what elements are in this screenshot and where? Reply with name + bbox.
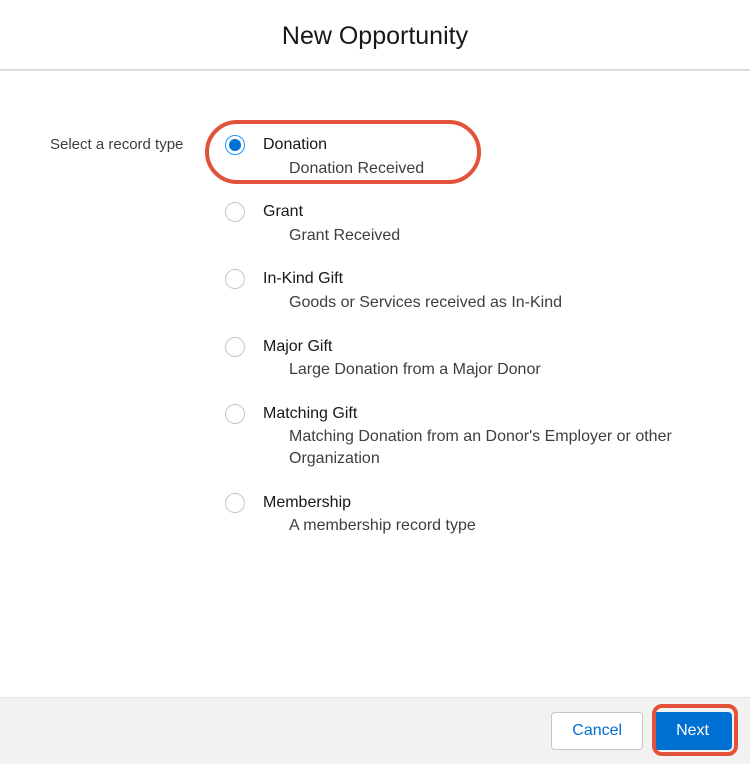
cancel-button[interactable]: Cancel <box>551 712 643 750</box>
radio-grant[interactable] <box>225 202 245 222</box>
modal-title: New Opportunity <box>0 22 750 51</box>
option-description: Large Donation from a Major Donor <box>263 357 690 381</box>
radio-membership[interactable] <box>225 493 245 513</box>
option-title: Major Gift <box>263 338 332 355</box>
option-description: Grant Received <box>263 223 690 247</box>
option-major-gift[interactable]: Major Gift Large Donation from a Major D… <box>215 328 700 389</box>
option-description: Matching Donation from an Donor's Employ… <box>263 424 690 469</box>
option-title: Membership <box>263 494 351 511</box>
radio-major-gift[interactable] <box>225 337 245 357</box>
option-description: A membership record type <box>263 513 690 537</box>
next-button[interactable]: Next <box>653 712 732 750</box>
radio-matching-gift[interactable] <box>225 404 245 424</box>
option-matching-gift[interactable]: Matching Gift Matching Donation from an … <box>215 395 700 478</box>
option-title: Donation <box>263 136 327 153</box>
option-grant[interactable]: Grant Grant Received <box>215 193 700 254</box>
option-membership[interactable]: Membership A membership record type <box>215 484 700 545</box>
option-description: Goods or Services received as In-Kind <box>263 290 690 314</box>
modal-footer: Cancel Next <box>0 697 750 764</box>
option-donation[interactable]: Donation Donation Received <box>215 126 700 187</box>
option-title: Grant <box>263 203 303 220</box>
option-title: In-Kind Gift <box>263 270 343 287</box>
modal-body: Select a record type Donation Donation R… <box>0 71 750 651</box>
record-type-form-row: Select a record type Donation Donation R… <box>50 126 700 551</box>
option-in-kind-gift[interactable]: In-Kind Gift Goods or Services received … <box>215 260 700 321</box>
option-description: Donation Received <box>263 156 690 180</box>
option-title: Matching Gift <box>263 405 357 422</box>
record-type-options: Donation Donation Received Grant Grant R… <box>215 126 700 551</box>
modal-header: New Opportunity <box>0 0 750 71</box>
radio-in-kind-gift[interactable] <box>225 269 245 289</box>
record-type-label: Select a record type <box>50 126 215 153</box>
radio-donation[interactable] <box>225 135 245 155</box>
